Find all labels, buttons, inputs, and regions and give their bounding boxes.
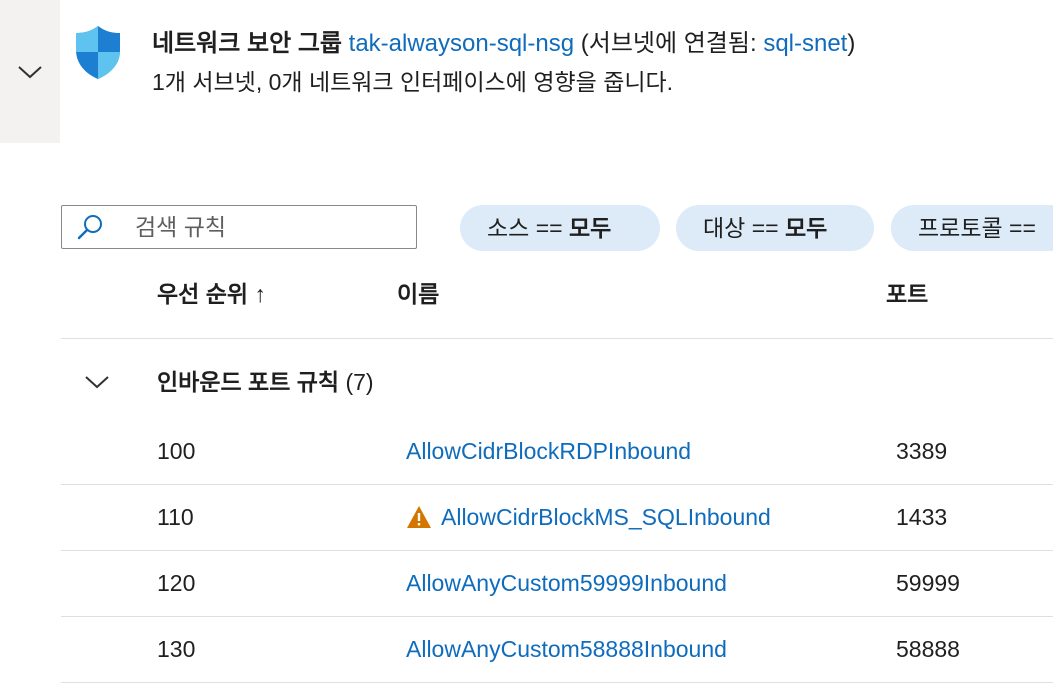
search-icon (76, 212, 106, 242)
cell-priority: 120 (157, 570, 196, 596)
rule-link[interactable]: AllowAnyCustom59999Inbound (406, 550, 727, 616)
rule-link[interactable]: AllowCidrBlockRDPInbound (406, 418, 691, 484)
shield-icon (76, 26, 120, 79)
cell-port: 58888 (896, 636, 960, 662)
filter-pill-protocol[interactable]: 프로토콜 == (891, 205, 1053, 251)
table-row[interactable]: 120 AllowAnyCustom59999Inbound 59999 (61, 550, 1053, 616)
filter-value: 모두 (568, 215, 612, 241)
filter-label: 소스 == (487, 215, 569, 241)
cell-name[interactable]: AllowCidrBlockMS_SQLInbound (406, 484, 771, 550)
filter-label: 프로토콜 == (918, 215, 1036, 241)
attached-suffix: ) (847, 30, 856, 57)
column-header-priority[interactable]: 우선 순위 ↑ (157, 276, 266, 312)
divider (61, 338, 1053, 339)
group-label: 인바운드 포트 규칙 (157, 369, 340, 395)
cell-name[interactable]: AllowAnyCustom58888Inbound (406, 616, 727, 682)
chevron-down-icon (18, 65, 42, 78)
warning-icon (407, 506, 431, 528)
cell-port: 59999 (896, 570, 960, 596)
cell-name[interactable]: AllowCidrBlockRDPInbound (406, 418, 691, 484)
table-row[interactable]: 130 AllowAnyCustom58888Inbound 58888 (61, 616, 1053, 682)
cell-port: 1433 (896, 504, 948, 530)
cell-priority: 130 (157, 636, 196, 662)
filter-value: 모두 (784, 215, 828, 241)
cell-port: 3389 (896, 438, 948, 464)
page-subtitle: 1개 서브넷, 0개 네트워크 인터페이스에 영향을 줍니다. (152, 69, 674, 95)
chevron-down-icon[interactable] (84, 369, 110, 395)
rule-link[interactable]: AllowAnyCustom58888Inbound (406, 616, 727, 682)
filter-pill-source[interactable]: 소스 == 모두 (460, 205, 660, 251)
column-header-port[interactable]: 포트 (886, 276, 928, 312)
nsg-link[interactable]: tak-alwayson-sql-nsg (349, 30, 574, 57)
attached-prefix: (서브넷에 연결됨: (580, 30, 764, 57)
group-header-inbound: 인바운드 포트 규칙 (7) (157, 364, 374, 400)
cell-priority: 110 (157, 504, 194, 530)
title-prefix: 네트워크 보안 그룹 (152, 30, 342, 57)
search-box[interactable] (61, 205, 417, 249)
filter-label: 대상 == (703, 215, 785, 241)
table-row[interactable]: 110 AllowCidrBlockMS_SQLInbound 1433 (61, 484, 1053, 550)
table-row[interactable]: 100 AllowCidrBlockRDPInbound 3389 (61, 418, 1053, 484)
rule-link[interactable]: AllowCidrBlockMS_SQLInbound (441, 484, 771, 550)
cell-priority: 100 (157, 438, 196, 464)
page-title: 네트워크 보안 그룹 tak-alwayson-sql-nsg (서브넷에 연결… (152, 27, 855, 61)
subnet-link[interactable]: sql-snet (763, 30, 847, 57)
group-count: (7) (345, 369, 374, 395)
column-header-name[interactable]: 이름 (397, 276, 439, 312)
cell-name[interactable]: AllowAnyCustom59999Inbound (406, 550, 727, 616)
collapse-panel-button[interactable] (0, 0, 60, 143)
filter-pill-destination[interactable]: 대상 == 모두 (676, 205, 874, 251)
search-input[interactable] (135, 213, 395, 241)
